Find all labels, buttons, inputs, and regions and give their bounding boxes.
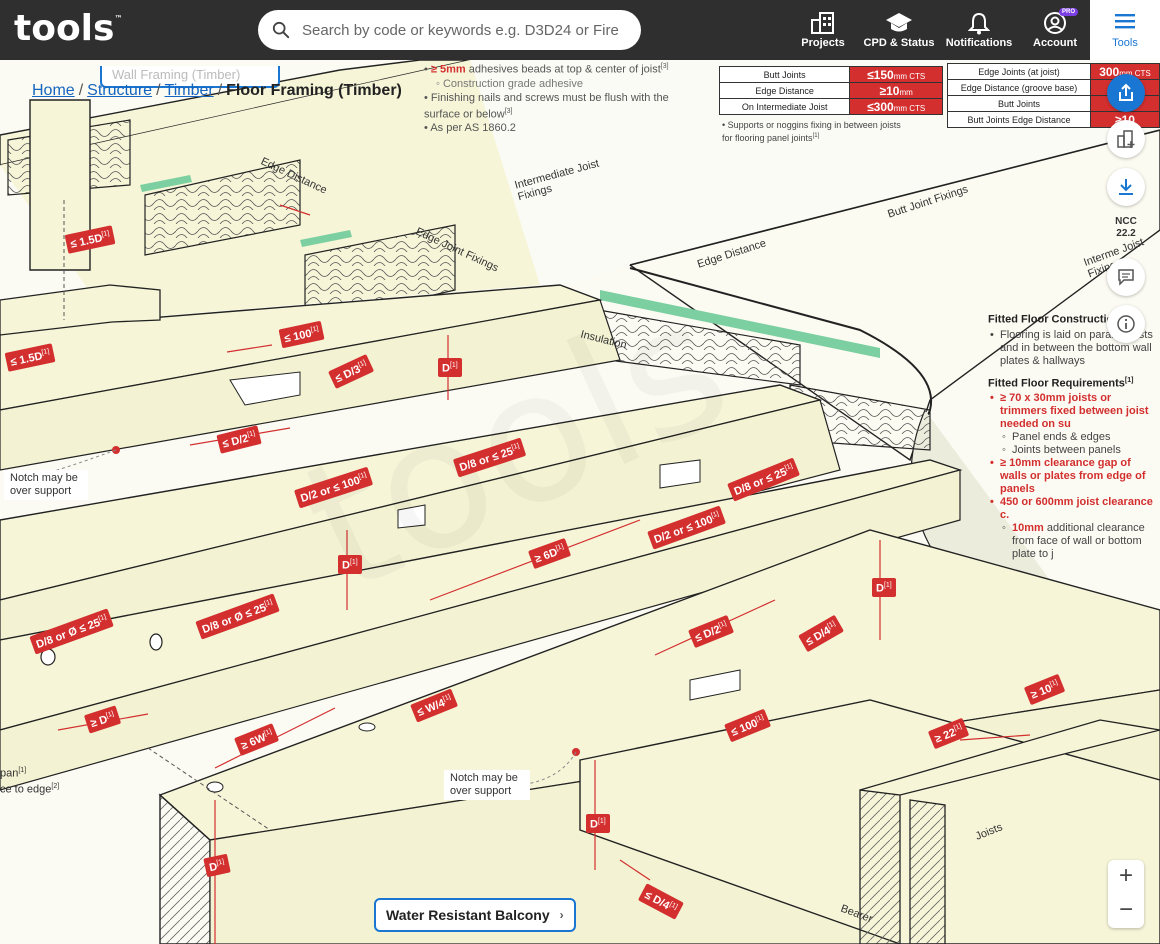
share-button[interactable] bbox=[1107, 74, 1145, 112]
search-input[interactable] bbox=[302, 18, 622, 42]
breadcrumb-home[interactable]: Home bbox=[32, 82, 75, 99]
pro-badge: PRO bbox=[1059, 8, 1079, 16]
share-icon bbox=[1119, 83, 1133, 101]
breadcrumb-timber[interactable]: Timber bbox=[165, 82, 214, 99]
top-bar: tools™ Projects CPD & Status Notificatio… bbox=[0, 0, 1160, 60]
info-button[interactable] bbox=[1107, 305, 1145, 343]
notch-callout: Notch may be over support bbox=[444, 770, 530, 800]
graduation-cap-icon bbox=[886, 13, 912, 32]
comment-button[interactable] bbox=[1107, 258, 1145, 296]
floor-framing-diagram[interactable]: tools bbox=[0, 60, 1160, 944]
left-edge-note: ce to edge[2] bbox=[0, 783, 60, 796]
search-box[interactable] bbox=[258, 10, 641, 50]
nav-cpd-status-button[interactable]: CPD & Status bbox=[861, 0, 937, 60]
dim-tag: D[1] bbox=[438, 358, 462, 377]
zoom-in-button[interactable]: + bbox=[1108, 860, 1144, 894]
notch-callout: Notch may be over support bbox=[4, 470, 88, 500]
butt-joint-spec-table: Butt Joints ≤150mm CTS Edge Distance ≥10mm… bbox=[718, 66, 943, 115]
nav-account-button[interactable]: PRO Account bbox=[1027, 0, 1083, 60]
nav-projects-button[interactable]: Projects bbox=[797, 0, 849, 60]
nav-tools-button[interactable]: Tools bbox=[1090, 0, 1160, 60]
dim-tag: D[1] bbox=[586, 814, 610, 833]
search-icon bbox=[272, 21, 290, 39]
supports-note: • Supports or noggins fixing in between … bbox=[722, 120, 901, 143]
ncc-version-button[interactable]: NCC 22.2 bbox=[1107, 216, 1145, 246]
projects-icon bbox=[811, 12, 834, 34]
comment-icon bbox=[1118, 269, 1134, 286]
download-icon bbox=[1119, 179, 1133, 195]
zoom-out-button[interactable]: − bbox=[1108, 894, 1144, 928]
download-button[interactable] bbox=[1107, 168, 1145, 206]
building-add-icon bbox=[1117, 130, 1135, 148]
zoom-controls: + − bbox=[1108, 860, 1144, 928]
floor-framing-drawing: tools bbox=[0, 60, 1160, 944]
chevron-right-icon: › bbox=[559, 908, 564, 922]
nav-notifications-button[interactable]: Notifications bbox=[943, 0, 1015, 60]
dim-tag: D[1] bbox=[338, 555, 362, 574]
bell-icon bbox=[968, 12, 990, 35]
page-title: Floor Framing (Timber) bbox=[226, 82, 402, 99]
dim-tag: D[1] bbox=[872, 578, 896, 597]
left-edge-note: pan[1] bbox=[0, 767, 27, 780]
menu-icon bbox=[1115, 14, 1135, 29]
breadcrumb: Home / Structure / Timber / Floor Framing (Tim… bbox=[32, 82, 402, 99]
add-to-project-button[interactable] bbox=[1107, 120, 1145, 158]
breadcrumb-structure[interactable]: Structure bbox=[87, 82, 152, 99]
info-icon bbox=[1117, 315, 1135, 333]
adhesive-notes: • ≥ 5mm adhesives beads at top & center … bbox=[424, 63, 669, 135]
fitted-floor-notes: Fitted Floor Constructio em[1] Flooring … bbox=[988, 310, 1160, 561]
water-resistant-balcony-link[interactable]: Water Resistant Balcony › bbox=[374, 898, 576, 932]
tools-logo[interactable]: tools™ bbox=[14, 8, 122, 49]
